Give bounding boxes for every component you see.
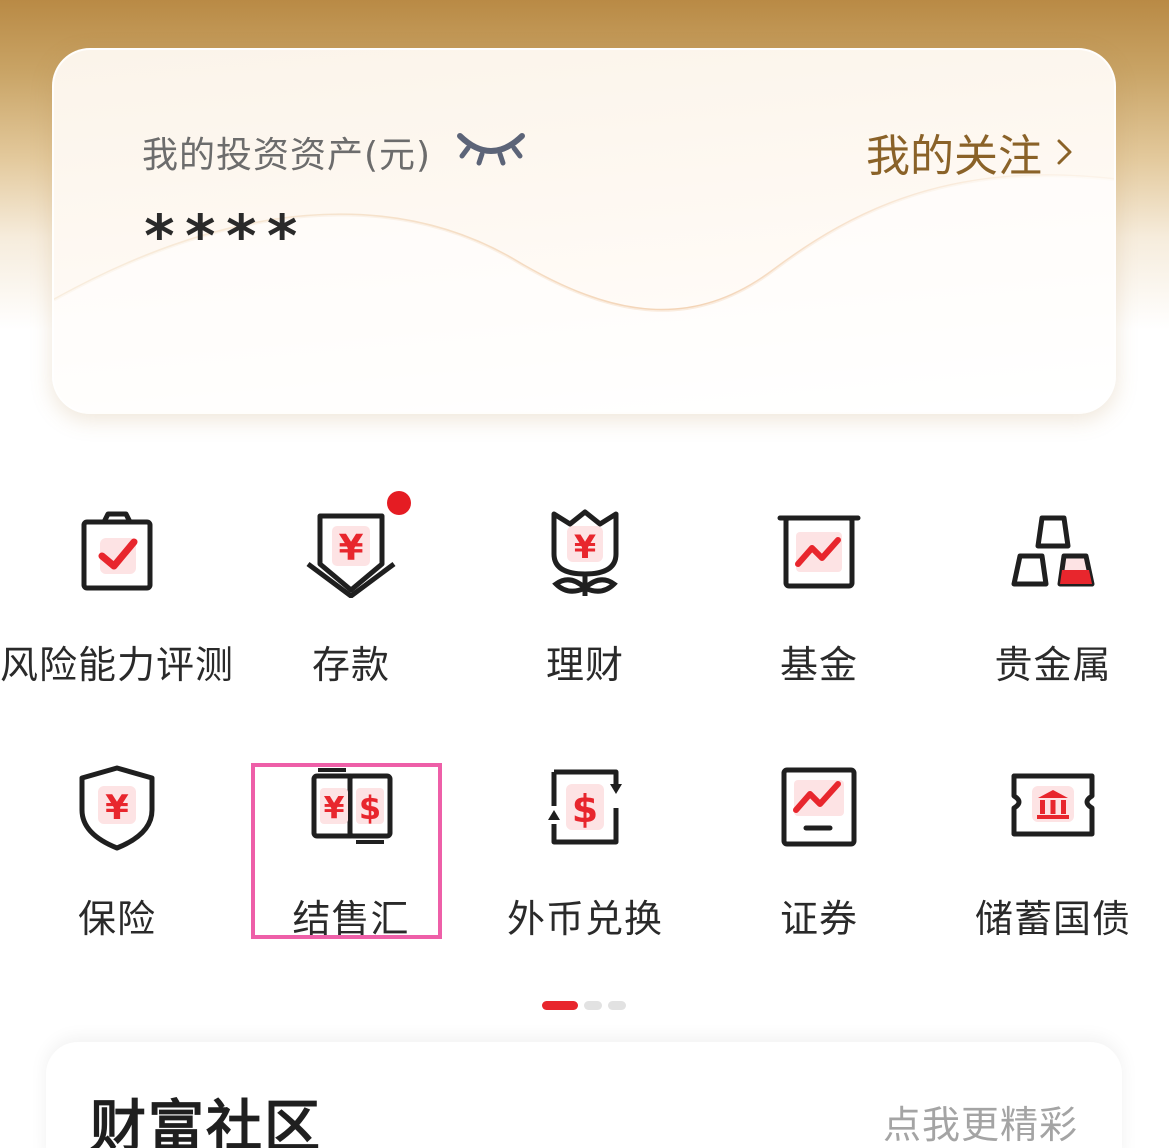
service-label: 证券 <box>779 897 858 941</box>
page-dot <box>608 1001 626 1010</box>
my-follow-label: 我的关注 <box>866 131 1042 182</box>
svg-text:$: $ <box>572 787 598 831</box>
service-label: 存款 <box>311 643 390 687</box>
service-label: 理财 <box>545 643 624 687</box>
investment-asset-card[interactable]: 我的投资资产(元) **** 我的关注 <box>52 48 1116 414</box>
page-indicator <box>542 1001 626 1010</box>
asset-value: **** <box>142 202 306 270</box>
clipboard-check-icon <box>81 511 153 591</box>
page-dot <box>584 1001 602 1010</box>
gold-bars-icon <box>1011 515 1095 587</box>
service-wealth-management[interactable]: ¥ 理财 <box>468 508 702 708</box>
service-label: 贵金属 <box>994 643 1112 687</box>
yuan-flower-icon: ¥ <box>551 509 619 596</box>
my-follow-link[interactable]: 我的关注 <box>866 120 1074 184</box>
service-label: 保险 <box>77 897 156 941</box>
stock-chart-icon <box>781 767 857 847</box>
service-label: 风险能力评测 <box>0 643 235 687</box>
community-more-link[interactable]: 点我更精彩 <box>883 1094 1078 1148</box>
service-label: 储蓄国债 <box>974 897 1131 941</box>
yuan-shield-icon: ¥ <box>79 765 155 851</box>
bond-ticket-icon <box>1011 773 1095 837</box>
service-label: 外币兑换 <box>506 897 663 941</box>
eye-closed-icon[interactable] <box>456 126 526 168</box>
svg-text:¥: ¥ <box>105 788 129 828</box>
chevron-right-icon <box>1057 139 1072 165</box>
service-securities[interactable]: 证券 <box>702 762 936 962</box>
service-fund[interactable]: 基金 <box>702 508 936 708</box>
svg-text:¥: ¥ <box>574 528 596 566</box>
service-label: 基金 <box>779 643 858 687</box>
service-insurance[interactable]: ¥ 保险 <box>0 762 234 962</box>
dollar-exchange-icon: $ <box>548 769 622 845</box>
asset-label: 我的投资资产(元) <box>142 135 432 176</box>
service-deposit[interactable]: ¥ 存款 <box>234 508 468 708</box>
wealth-community-card[interactable]: 财富社区 点我更精彩 <box>46 1042 1122 1148</box>
service-precious-metals[interactable]: 贵金属 <box>936 508 1169 708</box>
community-title: 财富社区 <box>90 1095 322 1148</box>
svg-text:¥: ¥ <box>338 528 363 569</box>
page-dot-active <box>542 1001 578 1010</box>
service-risk-assessment[interactable]: 风险能力评测 <box>0 508 234 708</box>
chart-trend-icon <box>777 515 861 589</box>
service-savings-bonds[interactable]: 储蓄国债 <box>936 762 1169 962</box>
yuan-deposit-icon: ¥ <box>306 513 396 598</box>
highlight-box <box>251 763 442 939</box>
service-currency-exchange[interactable]: $ 外币兑换 <box>468 762 702 962</box>
notification-dot <box>387 491 411 515</box>
